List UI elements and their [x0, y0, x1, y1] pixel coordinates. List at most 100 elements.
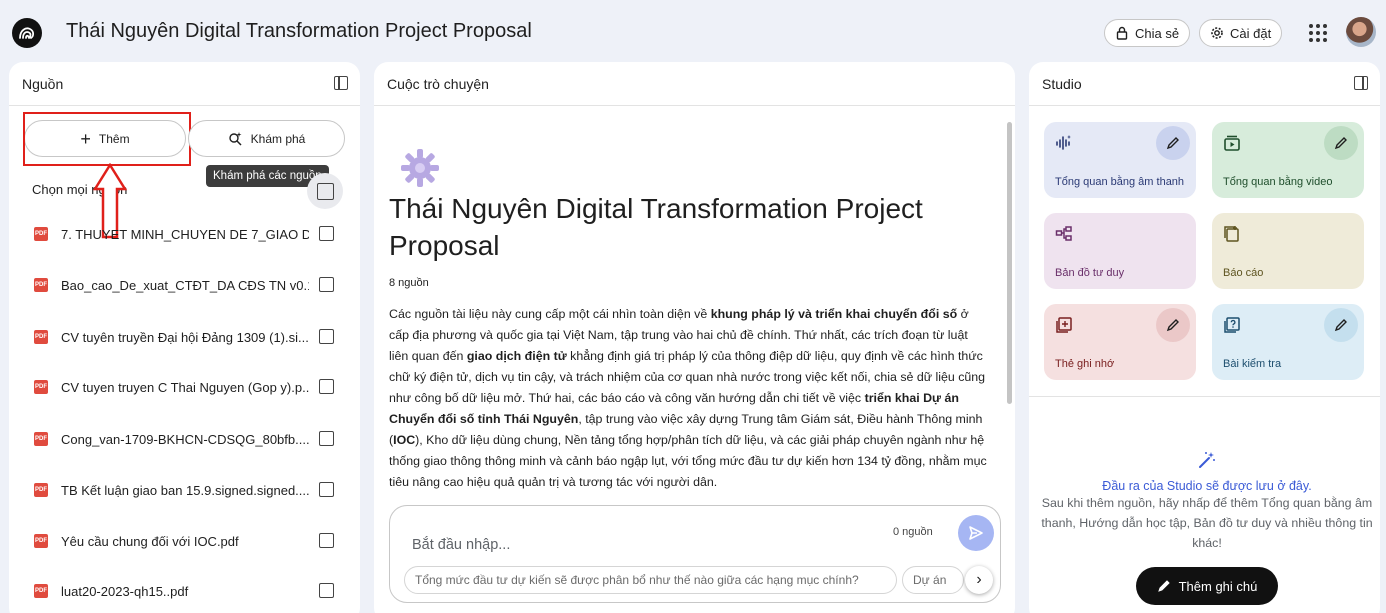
chat-header: Cuộc trò chuyện: [374, 62, 1015, 106]
select-all-checkbox[interactable]: [307, 173, 343, 209]
chat-scrollbar[interactable]: [1007, 122, 1012, 404]
source-checkbox[interactable]: [319, 583, 334, 598]
card-label: Bài kiểm tra: [1223, 358, 1282, 370]
magic-wand-icon: [1199, 452, 1215, 468]
top-bar: Thái Nguyên Digital Transformation Proje…: [0, 0, 1386, 62]
sources-title: Nguồn: [22, 75, 64, 92]
pencil-icon[interactable]: [1156, 308, 1190, 342]
studio-card-video-overview[interactable]: Tổng quan bằng video: [1212, 122, 1364, 198]
notebook-title[interactable]: Thái Nguyên Digital Transformation Proje…: [66, 20, 532, 43]
pdf-icon: PDF: [34, 432, 48, 446]
pdf-icon: PDF: [34, 534, 48, 548]
chat-input[interactable]: Bắt đầu nhập...: [412, 537, 510, 553]
studio-card-mind-map[interactable]: Bản đồ tư duy: [1044, 213, 1196, 289]
studio-card-flashcards[interactable]: Thẻ ghi nhớ: [1044, 304, 1196, 380]
studio-title: Studio: [1042, 75, 1082, 92]
source-checkbox[interactable]: [319, 226, 334, 241]
studio-panel: Studio Tổng quan bằng âm thanh Tổng quan…: [1029, 62, 1380, 613]
chat-title: Cuộc trò chuyện: [387, 75, 489, 92]
studio-empty-description: Sau khi thêm nguồn, hãy nhấp để thêm Tổn…: [1041, 496, 1373, 550]
notebook-gear-icon: [401, 149, 439, 187]
mind-map-icon: [1055, 226, 1072, 241]
input-source-count: 0 nguồn: [893, 526, 933, 538]
flashcard-icon: [1056, 317, 1072, 333]
chat-composer: Bắt đầu nhập... 0 nguồn Tổng mức đầu tư …: [389, 505, 1001, 603]
source-checkbox[interactable]: [319, 379, 334, 394]
avatar[interactable]: [1346, 17, 1376, 47]
report-icon: [1224, 226, 1239, 242]
source-item[interactable]: PDF 7. THUYET MINH_CHUYEN DE 7_GIAO DIC.…: [34, 223, 334, 245]
source-item[interactable]: PDF TB Kết luận giao ban 15.9.signed.sig…: [34, 479, 334, 501]
studio-card-quiz[interactable]: Bài kiểm tra: [1212, 304, 1364, 380]
source-checkbox[interactable]: [319, 277, 334, 292]
apps-grid-icon[interactable]: [1309, 24, 1327, 42]
audio-waveform-icon: [1056, 135, 1071, 150]
source-item[interactable]: PDF Yêu cầu chung đối với IOC.pdf: [34, 530, 334, 552]
suggestion-chip[interactable]: Tổng mức đầu tư dự kiến sẽ được phân bổ …: [404, 566, 897, 594]
pencil-icon[interactable]: [1324, 308, 1358, 342]
pdf-icon: PDF: [34, 227, 48, 241]
source-name: Bao_cao_De_xuat_CTĐT_DA CĐS TN v0.1...: [61, 277, 309, 293]
source-item[interactable]: PDF CV tuyen truyen C Thai Nguyen (Gop y…: [34, 376, 334, 398]
pdf-icon: PDF: [34, 330, 48, 344]
chat-panel: Cuộc trò chuyện Thái Nguyên Digital Tran…: [374, 62, 1015, 613]
source-name: 7. THUYET MINH_CHUYEN DE 7_GIAO DIC...: [61, 226, 309, 242]
source-checkbox[interactable]: [319, 329, 334, 344]
suggestion-chip[interactable]: Dự án: [902, 566, 964, 594]
send-icon: [969, 526, 983, 540]
add-note-label: Thêm ghi chú: [1178, 578, 1258, 594]
source-item[interactable]: PDF CV tuyên truyền Đại hội Đảng 1309 (1…: [34, 326, 334, 348]
studio-empty-state: Đầu ra của Studio sẽ được lưu ở đây. Sau…: [1029, 450, 1380, 553]
settings-label: Cài đặt: [1230, 25, 1272, 41]
summary-highlight: IOC: [393, 433, 416, 447]
pdf-icon: PDF: [34, 483, 48, 497]
source-name: CV tuyen truyen C Thai Nguyen (Gop y).p.…: [61, 379, 309, 395]
share-button[interactable]: Chia sẻ: [1104, 19, 1191, 47]
collapse-panel-icon[interactable]: [334, 76, 348, 90]
quiz-icon: [1224, 317, 1240, 333]
source-checkbox[interactable]: [319, 482, 334, 497]
discover-sources-button[interactable]: Khám phá: [188, 120, 345, 157]
card-label: Tổng quan bằng âm thanh: [1055, 176, 1185, 188]
source-name: Cong_van-1709-BKHCN-CDSQG_80bfb....: [61, 431, 309, 447]
source-item[interactable]: PDF Bao_cao_De_xuat_CTĐT_DA CĐS TN v0.1.…: [34, 274, 334, 296]
sources-header: Nguồn: [9, 62, 360, 106]
pdf-icon: PDF: [34, 380, 48, 394]
source-item[interactable]: PDF Cong_van-1709-BKHCN-CDSQG_80bfb....: [34, 428, 334, 450]
summary-text: ), Kho dữ liệu dùng chung, Nền tảng tổng…: [389, 433, 987, 489]
send-button[interactable]: [958, 515, 994, 551]
discover-label: Khám phá: [250, 131, 306, 146]
lock-icon: [1116, 26, 1128, 40]
source-item[interactable]: PDF luat20-2023-qh15..pdf: [34, 580, 334, 602]
card-label: Bản đồ tư duy: [1055, 267, 1125, 279]
card-label: Thẻ ghi nhớ: [1055, 358, 1115, 370]
source-name: Yêu cầu chung đối với IOC.pdf: [61, 533, 239, 549]
pencil-icon[interactable]: [1156, 126, 1190, 160]
pencil-icon: [1157, 580, 1170, 592]
share-label: Chia sẻ: [1135, 25, 1180, 41]
card-label: Báo cáo: [1223, 267, 1264, 279]
notebooklm-logo-icon[interactable]: [12, 18, 42, 48]
studio-card-audio-overview[interactable]: Tổng quan bằng âm thanh: [1044, 122, 1196, 198]
gear-icon: [1211, 27, 1223, 39]
discover-icon: [228, 132, 242, 146]
add-note-button[interactable]: Thêm ghi chú: [1136, 567, 1278, 605]
divider: [1029, 396, 1380, 397]
collapse-panel-icon[interactable]: [1354, 76, 1368, 90]
source-name: CV tuyên truyền Đại hội Đảng 1309 (1).si…: [61, 329, 309, 345]
source-name: TB Kết luận giao ban 15.9.signed.signed.…: [61, 482, 309, 498]
summary-text: Các nguồn tài liệu này cung cấp một cái …: [389, 307, 711, 321]
source-checkbox[interactable]: [319, 533, 334, 548]
card-label: Tổng quan bằng video: [1223, 176, 1333, 188]
studio-card-report[interactable]: Báo cáo: [1212, 213, 1364, 289]
summary-highlight: khung pháp lý và triển khai chuyển đổi s…: [710, 307, 958, 321]
studio-header: Studio: [1029, 62, 1380, 106]
source-count: 8 nguồn: [389, 277, 429, 289]
notebook-heading: Thái Nguyên Digital Transformation Proje…: [389, 193, 923, 261]
chevron-right-icon[interactable]: ›: [965, 566, 993, 594]
pdf-icon: PDF: [34, 584, 48, 598]
settings-button[interactable]: Cài đặt: [1199, 19, 1283, 47]
video-icon: [1224, 135, 1240, 151]
source-checkbox[interactable]: [319, 431, 334, 446]
pencil-icon[interactable]: [1324, 126, 1358, 160]
